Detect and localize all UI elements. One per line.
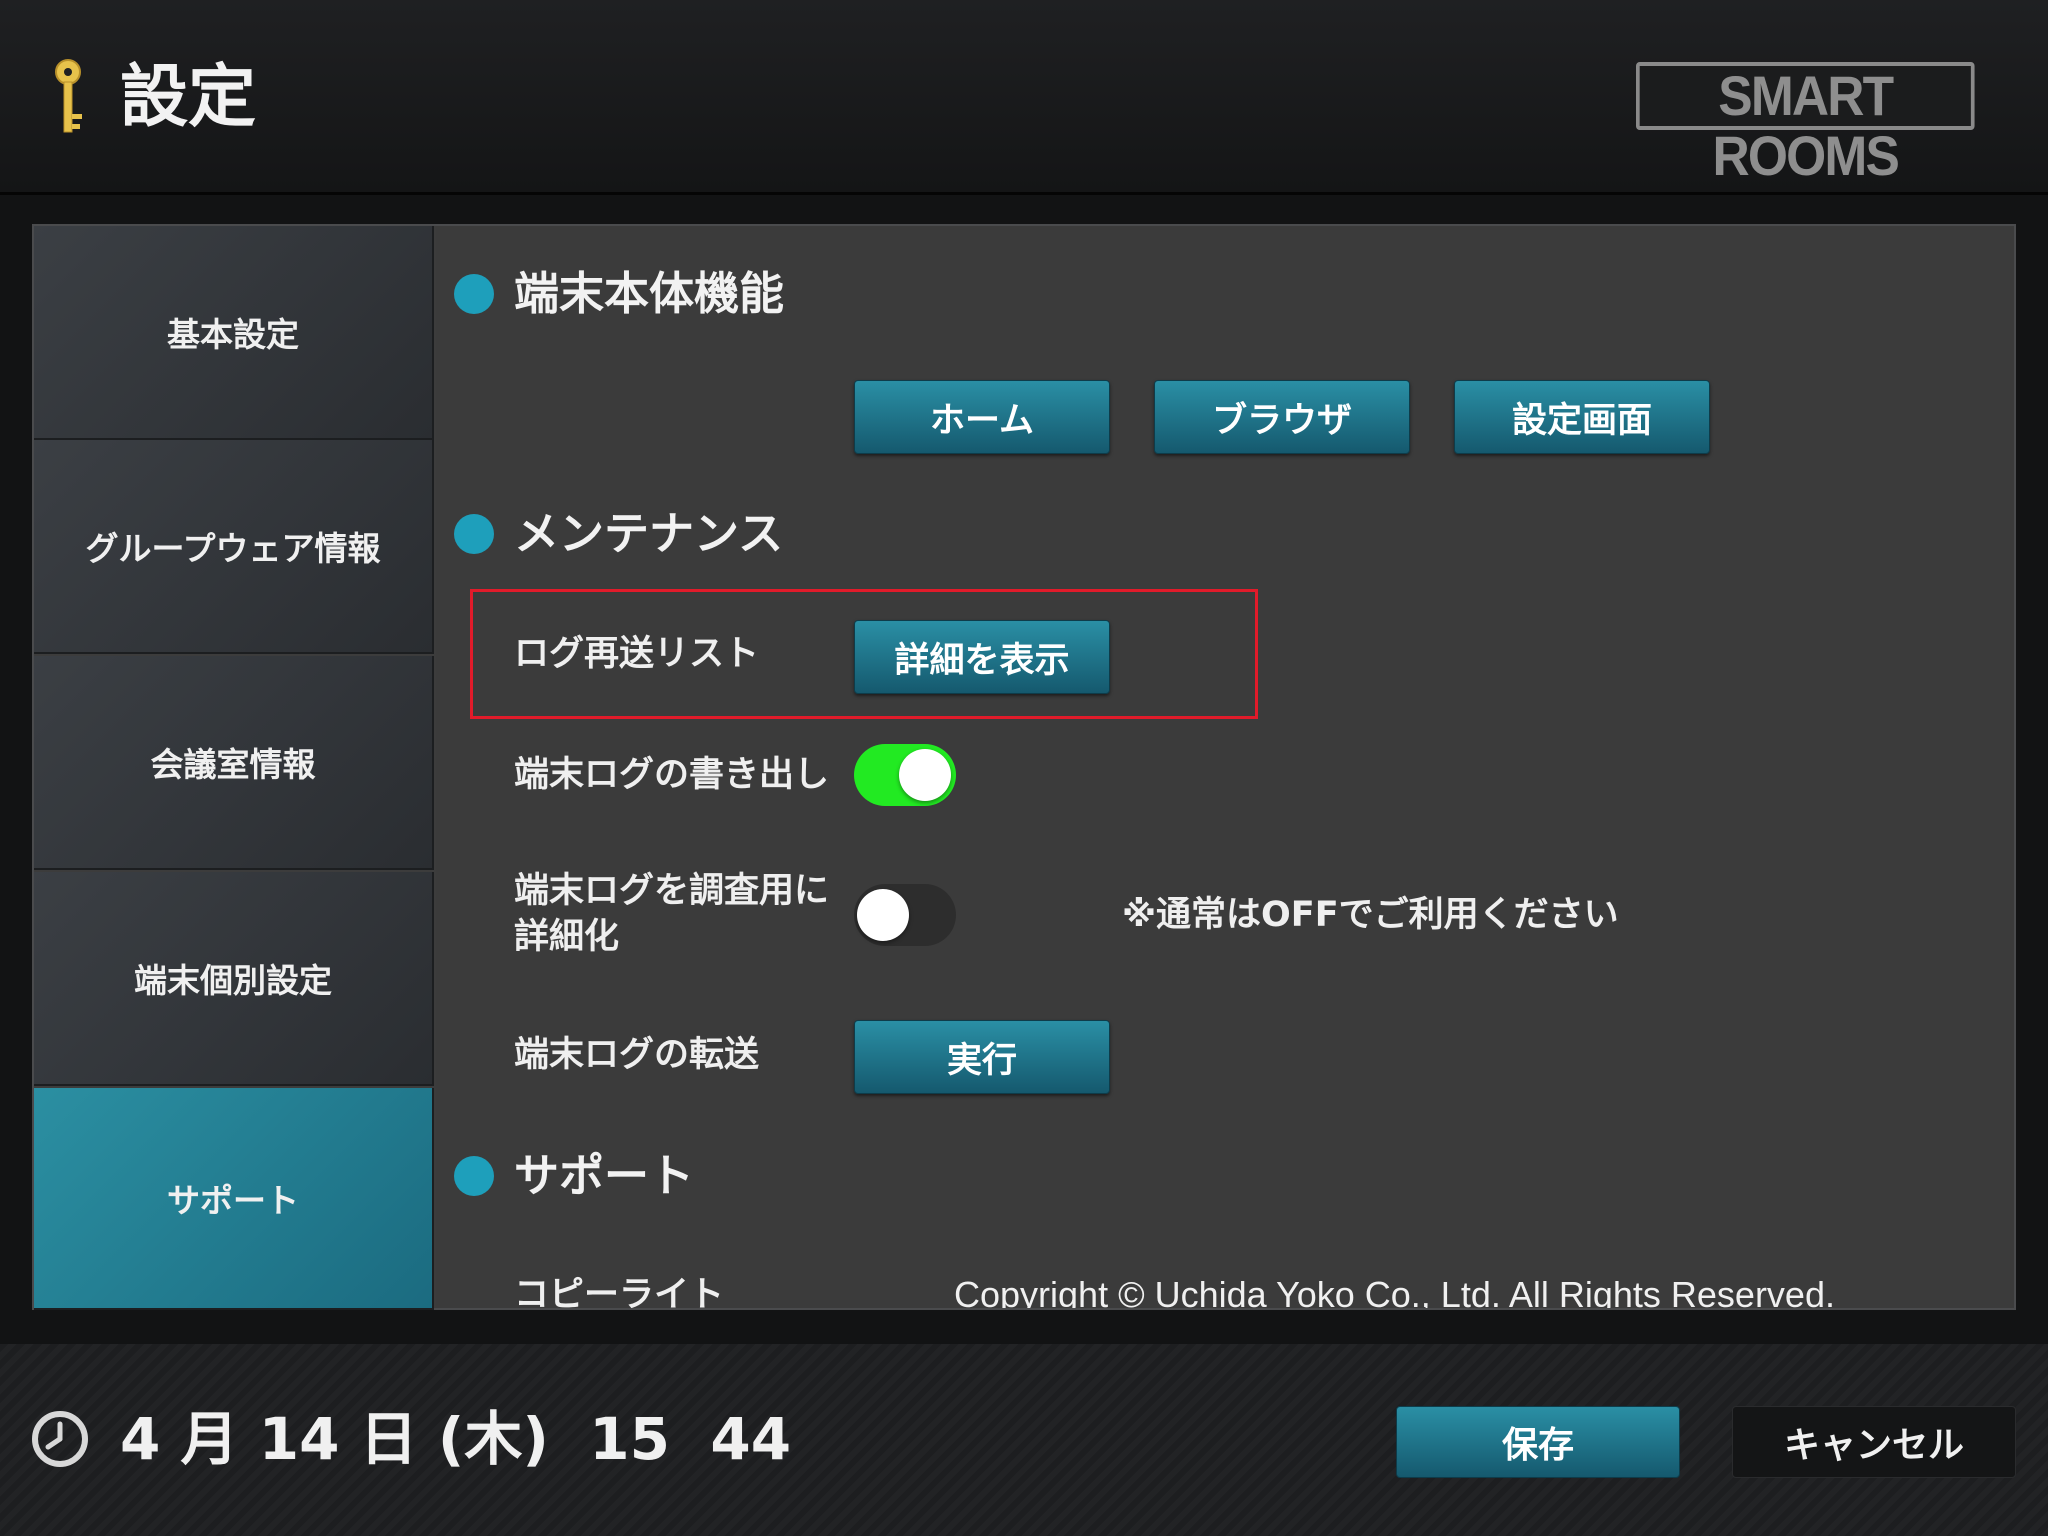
sidebar-item-groupware-info[interactable]: グループウェア情報 [34, 440, 434, 654]
log-resend-label: ログ再送リスト [514, 634, 760, 674]
settings-screen-button[interactable]: 設定画面 [1454, 380, 1710, 454]
log-detail-note: ※通常はOFFでご利用ください [1122, 895, 1619, 935]
datetime-display: 4 月 14 日 (木) 15 44 [120, 1405, 792, 1473]
content-area: 端末本体機能 ホーム ブラウザ 設定画面 メンテナンス ログ再送リスト 詳細を表… [436, 226, 2014, 1308]
settings-panel: 基本設定 グループウェア情報 会議室情報 端末個別設定 サポート 端末本体機能 … [32, 224, 2016, 1310]
clock-icon [32, 1411, 88, 1467]
section-title-support: サポート [514, 1149, 695, 1202]
sidebar: 基本設定 グループウェア情報 会議室情報 端末個別設定 サポート [34, 226, 434, 1310]
show-details-button[interactable]: 詳細を表示 [854, 620, 1110, 694]
log-export-label: 端末ログの書き出し [514, 755, 830, 795]
execute-button[interactable]: 実行 [854, 1020, 1110, 1094]
section-title-maintenance: メンテナンス [514, 507, 784, 560]
sidebar-item-device-settings[interactable]: 端末個別設定 [34, 872, 434, 1086]
log-detail-toggle[interactable] [854, 884, 956, 946]
page-title: 設定 [120, 58, 257, 137]
smart-rooms-logo: SMART ROOMS [1636, 62, 1975, 186]
log-detail-label-line1: 端末ログを調査用に [514, 871, 830, 911]
sidebar-item-basic-settings[interactable]: 基本設定 [34, 226, 434, 440]
save-button[interactable]: 保存 [1396, 1406, 1680, 1478]
cancel-button[interactable]: キャンセル [1732, 1406, 2016, 1478]
copyright-label: コピーライト [514, 1275, 725, 1308]
log-transfer-label: 端末ログの転送 [514, 1035, 760, 1075]
footer-bar: 4 月 14 日 (木) 15 44 保存 キャンセル [0, 1344, 2048, 1536]
section-bullet-icon [454, 274, 494, 314]
section-title-device: 端末本体機能 [514, 267, 785, 320]
copyright-value: Copyright © Uchida Yoko Co., Ltd. All Ri… [954, 1274, 1835, 1308]
toggle-knob [899, 749, 951, 801]
home-button[interactable]: ホーム [854, 380, 1110, 454]
sidebar-item-meeting-room-info[interactable]: 会議室情報 [34, 656, 434, 870]
sidebar-item-support[interactable]: サポート [34, 1088, 434, 1310]
log-detail-label-line2: 詳細化 [514, 917, 620, 957]
browser-button[interactable]: ブラウザ [1154, 380, 1410, 454]
section-bullet-icon [454, 1156, 494, 1196]
key-icon [55, 59, 82, 133]
toggle-knob [857, 889, 909, 941]
header-bar: 設定 SMART ROOMS [0, 0, 2048, 195]
section-bullet-icon [454, 514, 494, 554]
log-export-toggle[interactable] [854, 744, 956, 806]
